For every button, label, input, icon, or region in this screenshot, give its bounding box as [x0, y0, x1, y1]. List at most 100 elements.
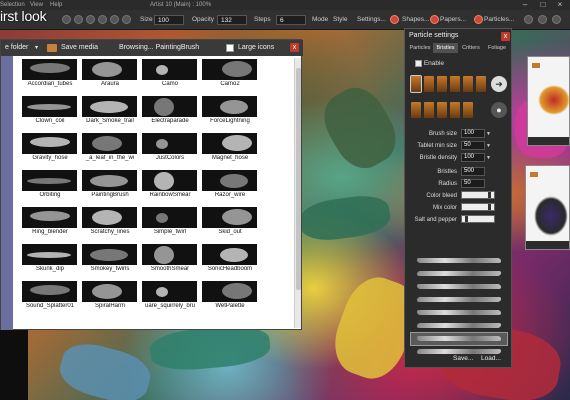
chevron-down-icon[interactable]: ▼ — [486, 153, 491, 163]
brush-item[interactable]: Gravity_hose — [20, 133, 80, 163]
opacity-field[interactable]: 132 — [217, 15, 247, 25]
brush-item[interactable]: Ring_blender — [20, 207, 80, 237]
close-panel-button[interactable]: x — [501, 32, 510, 41]
param-value-field[interactable]: 500 — [461, 167, 485, 176]
brush-item[interactable]: WetPalette — [200, 281, 260, 311]
stroke-preview[interactable] — [411, 320, 507, 332]
shapes-button[interactable]: Shapes... — [402, 15, 429, 25]
menu-help[interactable]: Help — [50, 0, 62, 10]
bristle-preset[interactable] — [463, 102, 473, 118]
scroll-thumb[interactable] — [296, 68, 301, 290]
bristle-preset[interactable] — [450, 102, 460, 118]
stroke-preview[interactable] — [411, 255, 507, 267]
particles-button[interactable]: Particles... — [484, 15, 514, 25]
tab-critters[interactable]: Critters — [458, 43, 484, 53]
brush-item[interactable]: SmoothSmear — [140, 244, 200, 274]
picker-tool-icon[interactable] — [110, 15, 119, 24]
transform-tool-icon[interactable] — [122, 15, 131, 24]
rotate-icon[interactable] — [552, 15, 561, 24]
bristle-preset[interactable] — [424, 76, 434, 92]
brush-item[interactable]: Magnet_hose — [200, 133, 260, 163]
bristle-preset[interactable] — [450, 76, 460, 92]
chevron-down-icon[interactable]: ▼ — [486, 129, 491, 139]
brush-item[interactable]: Electraparade — [140, 96, 200, 126]
brush-item[interactable]: Orbiting — [20, 170, 80, 200]
param-slider[interactable] — [461, 191, 495, 199]
close-window-icon[interactable]: × — [555, 0, 565, 10]
preview-card-1[interactable] — [527, 56, 570, 146]
brush-item[interactable]: Clown_coil — [20, 96, 80, 126]
settings-button[interactable]: Settings... — [357, 15, 386, 25]
brush-item[interactable]: Simple_twirl — [140, 207, 200, 237]
bristle-preset[interactable] — [437, 102, 447, 118]
param-value-field[interactable]: 100 — [461, 129, 485, 138]
bristle-preset[interactable] — [463, 76, 473, 92]
folder-dropdown[interactable]: e folder — [5, 40, 28, 56]
papers-button[interactable]: Papers... — [440, 15, 466, 25]
close-browser-button[interactable]: x — [290, 43, 299, 52]
brush-item[interactable]: SonicHeadboom — [200, 244, 260, 274]
brush-item[interactable]: uare_squirrely_bru — [140, 281, 200, 311]
stroke-preview[interactable] — [411, 281, 507, 293]
navigate-icon[interactable] — [524, 15, 533, 24]
brush-item[interactable]: JustColors — [140, 133, 200, 163]
tab-foliage[interactable]: Foliage — [484, 43, 510, 53]
browser-scrollbar[interactable] — [294, 58, 301, 328]
brush-item[interactable]: RainbowSmear — [140, 170, 200, 200]
brush-item[interactable]: _a_leaf_in_the_wi — [80, 133, 140, 163]
mode-dropdown[interactable]: Mode — [312, 15, 328, 25]
brush-item[interactable]: Camo — [140, 59, 200, 89]
brush-item[interactable]: ForceLightning — [200, 96, 260, 126]
param-value-field[interactable]: 100 — [461, 153, 485, 162]
brush-tool-icon[interactable] — [62, 15, 71, 24]
stroke-preview[interactable] — [410, 332, 508, 346]
stroke-preview[interactable] — [411, 268, 507, 280]
brush-item[interactable]: Camo2 — [200, 59, 260, 89]
chevron-down-icon[interactable]: ▾ — [35, 40, 38, 56]
load-button[interactable]: Load... — [481, 355, 501, 362]
stroke-preview[interactable] — [411, 294, 507, 306]
bristle-preset[interactable] — [424, 102, 434, 118]
zoom-icon[interactable] — [538, 15, 547, 24]
brush-item[interactable]: Dark_Smoke_trail — [80, 96, 140, 126]
large-icons-checkbox[interactable] — [226, 44, 234, 52]
brush-item[interactable]: Skunk_dip — [20, 244, 80, 274]
brush-item[interactable]: Araura — [80, 59, 140, 89]
bristle-preset[interactable] — [410, 75, 422, 93]
tab-bristles[interactable]: Bristles — [433, 43, 458, 53]
slider-knob[interactable] — [488, 204, 491, 210]
enable-checkbox[interactable] — [415, 60, 422, 67]
preview-card-2[interactable] — [525, 165, 570, 250]
save-button[interactable]: Save... — [453, 355, 473, 362]
save-media-button[interactable]: Save media — [61, 40, 98, 56]
param-slider[interactable] — [461, 203, 495, 211]
param-slider[interactable] — [461, 215, 495, 223]
smudge-tool-icon[interactable] — [74, 15, 83, 24]
stroke-preview[interactable] — [411, 307, 507, 319]
bristle-icon[interactable]: ● — [491, 102, 507, 118]
chevron-down-icon[interactable]: ▼ — [486, 141, 491, 151]
bristle-preset[interactable] — [476, 76, 486, 92]
brush-item[interactable]: Scratchy_lines — [80, 207, 140, 237]
param-value-field[interactable]: 50 — [461, 141, 485, 150]
fill-tool-icon[interactable] — [98, 15, 107, 24]
brush-item[interactable]: SpiralHarm — [80, 281, 140, 311]
maximize-icon[interactable]: □ — [538, 0, 548, 10]
param-value-field[interactable]: 50 — [461, 179, 485, 188]
brush-item[interactable]: Skid_out — [200, 207, 260, 237]
bristle-preset[interactable] — [411, 102, 421, 118]
arrow-right-icon[interactable]: ➜ — [491, 76, 507, 92]
brush-item[interactable]: Smokey_twirls — [80, 244, 140, 274]
style-dropdown[interactable]: Style — [333, 15, 347, 25]
brush-item[interactable]: Sound_Splatter01 — [20, 281, 80, 311]
slider-knob[interactable] — [465, 216, 468, 222]
eraser-tool-icon[interactable] — [86, 15, 95, 24]
size-field[interactable]: 100 — [154, 15, 184, 25]
slider-knob[interactable] — [488, 192, 491, 198]
brush-item[interactable]: Accordian_tubes — [20, 59, 80, 89]
minimize-icon[interactable]: – — [520, 0, 530, 10]
bristle-preset[interactable] — [437, 76, 447, 92]
brush-item[interactable]: PaintingBrush — [80, 170, 140, 200]
tab-particles[interactable]: Particles — [407, 43, 433, 53]
steps-field[interactable]: 6 — [276, 15, 306, 25]
